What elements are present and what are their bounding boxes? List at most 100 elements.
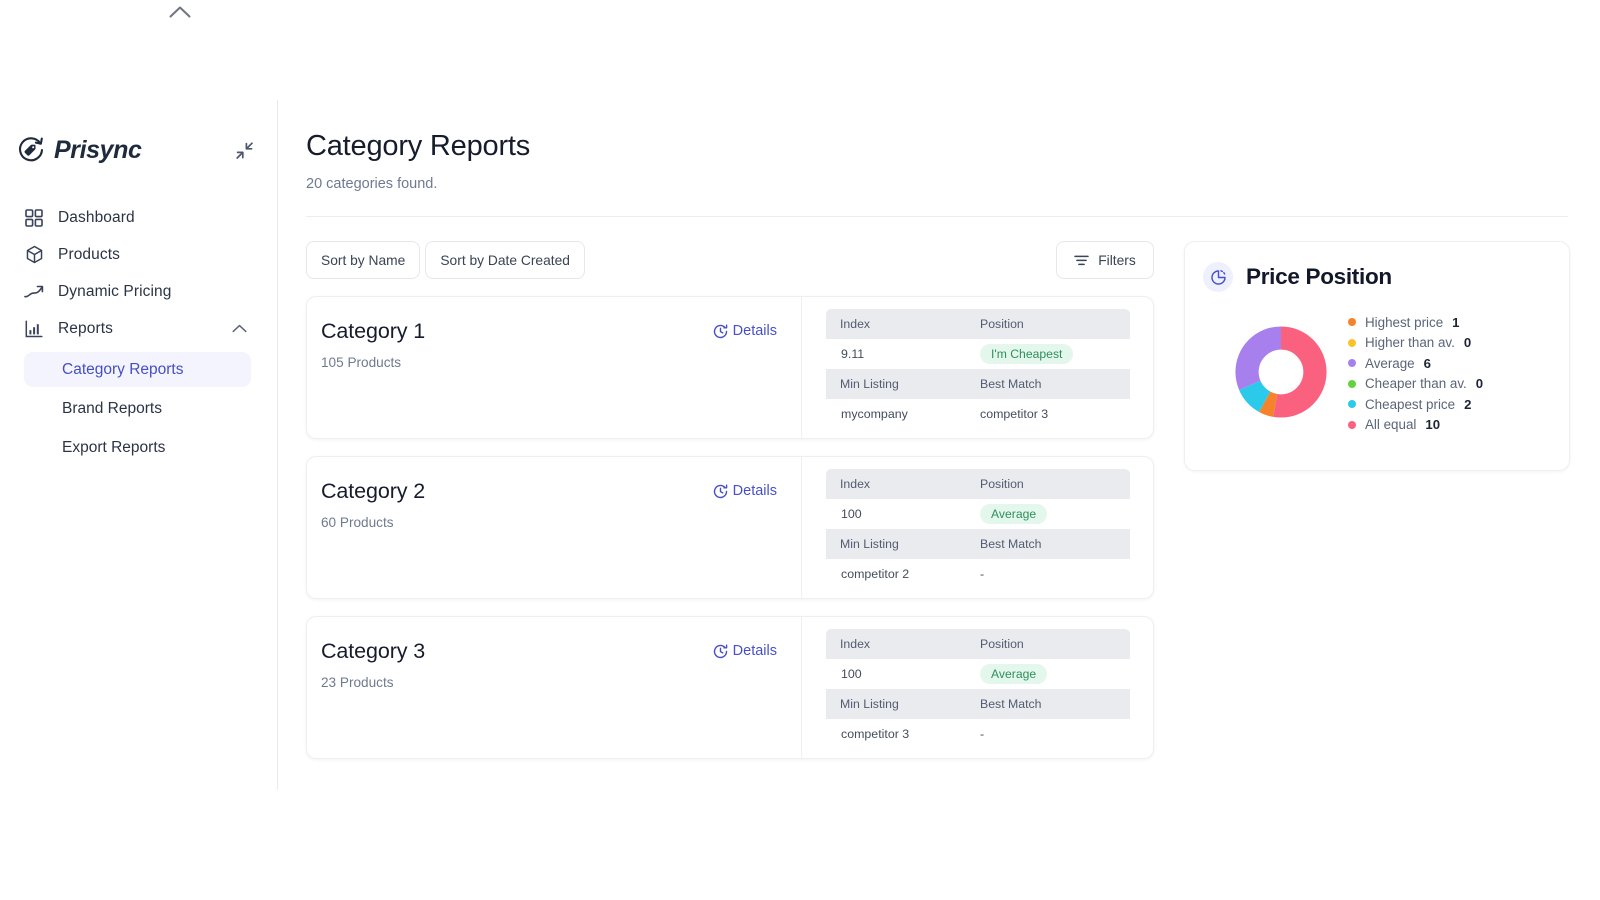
- legend-color-dot: [1348, 421, 1356, 429]
- legend-value: 0: [1464, 335, 1471, 350]
- details-link[interactable]: Details: [713, 643, 777, 659]
- table-row: competitor 3 -: [826, 719, 1130, 749]
- sidebar-subitem-label: Brand Reports: [62, 400, 162, 418]
- status-badge: Average: [980, 504, 1047, 524]
- status-badge: Average: [980, 664, 1047, 684]
- sidebar-item-dashboard[interactable]: Dashboard: [18, 200, 253, 235]
- cell-index: 100: [826, 667, 980, 681]
- cell-min-listing: competitor 2: [826, 567, 980, 581]
- sort-by-date-created-button[interactable]: Sort by Date Created: [425, 241, 585, 279]
- category-card-table: Index Position 100 Average Min Listing: [802, 457, 1153, 598]
- table-row: 100 Average: [826, 659, 1130, 689]
- mini-table: Index Position 100 Average Min Listing: [826, 629, 1130, 749]
- sidebar-item-products[interactable]: Products: [18, 237, 253, 272]
- category-card[interactable]: Category 2 60 Products Details: [306, 456, 1154, 599]
- legend-value: 1: [1452, 315, 1459, 330]
- chevron-up-icon[interactable]: [232, 324, 247, 333]
- page-title: Category Reports: [306, 130, 1566, 163]
- column-header-min-listing: Min Listing: [826, 537, 980, 551]
- column-header-min-listing: Min Listing: [826, 697, 980, 711]
- legend-item: Higher than av. 0: [1348, 333, 1483, 354]
- column-header-position: Position: [980, 317, 1130, 331]
- price-position-column: Price Position: [1184, 241, 1570, 759]
- price-position-donut-chart: [1235, 326, 1327, 418]
- sidebar-subnav-reports: Category Reports Brand Reports Export Re…: [0, 352, 277, 465]
- legend-label: Higher than av.: [1365, 335, 1455, 350]
- column-header-index: Index: [826, 317, 980, 331]
- details-link[interactable]: Details: [713, 323, 777, 339]
- table-header-row: Index Position: [826, 629, 1130, 659]
- table-row: competitor 2 -: [826, 559, 1130, 589]
- category-card-left: Category 1 105 Products Details: [307, 297, 802, 438]
- column-header-best-match: Best Match: [980, 537, 1130, 551]
- cell-index: 100: [826, 507, 980, 521]
- app-root: Prisync: [0, 0, 1600, 900]
- trending-up-icon: [24, 282, 44, 302]
- table-row: 100 Average: [826, 499, 1130, 529]
- cell-position: Average: [980, 664, 1130, 684]
- header-divider: [306, 216, 1568, 217]
- price-position-body: Highest price 1 Higher than av. 0 Averag…: [1203, 310, 1569, 435]
- toolbar: Sort by Name Sort by Date Created Filter…: [306, 241, 1154, 279]
- prisync-tag-refresh-logo: [16, 135, 46, 165]
- sidebar-item-label: Dashboard: [58, 209, 135, 227]
- sidebar-item-reports[interactable]: Reports: [18, 311, 253, 346]
- legend-item: Average 6: [1348, 353, 1483, 374]
- details-label: Details: [733, 483, 777, 499]
- legend-value: 10: [1425, 417, 1440, 432]
- sidebar-item-label: Dynamic Pricing: [58, 283, 171, 301]
- legend-color-dot: [1348, 359, 1356, 367]
- sort-by-name-button[interactable]: Sort by Name: [306, 241, 420, 279]
- legend-value: 0: [1476, 376, 1483, 391]
- details-link[interactable]: Details: [713, 483, 777, 499]
- sidebar-item-category-reports[interactable]: Category Reports: [24, 352, 251, 387]
- table-header-row: Min Listing Best Match: [826, 529, 1130, 559]
- legend-label: Cheapest price: [1365, 397, 1455, 412]
- brand-name: Prisync: [54, 136, 142, 165]
- legend-item: Cheaper than av. 0: [1348, 374, 1483, 395]
- grid-icon: [24, 208, 44, 228]
- filters-label: Filters: [1098, 253, 1136, 268]
- legend-label: Cheaper than av.: [1365, 376, 1467, 391]
- column-header-position: Position: [980, 637, 1130, 651]
- page-subtitle: 20 categories found.: [306, 176, 1566, 192]
- table-header-row: Min Listing Best Match: [826, 689, 1130, 719]
- table-header-row: Index Position: [826, 469, 1130, 499]
- sidebar-item-export-reports[interactable]: Export Reports: [24, 430, 251, 465]
- legend-label: Average: [1365, 356, 1415, 371]
- clock-history-icon: [713, 644, 728, 659]
- sidebar-item-brand-reports[interactable]: Brand Reports: [24, 391, 251, 426]
- sidebar-nav: Dashboard Products: [0, 200, 277, 465]
- content-row: Sort by Name Sort by Date Created Filter…: [306, 241, 1566, 759]
- category-product-count: 23 Products: [321, 675, 801, 690]
- mini-table: Index Position 100 Average Min Listing: [826, 469, 1130, 589]
- legend-color-dot: [1348, 380, 1356, 388]
- legend-color-dot: [1348, 339, 1356, 347]
- sidebar-subitem-label: Category Reports: [62, 361, 183, 379]
- category-card[interactable]: Category 1 105 Products Details: [306, 296, 1154, 439]
- main-content: Category Reports 20 categories found. So…: [278, 100, 1600, 900]
- price-position-header: Price Position: [1203, 262, 1569, 292]
- sidebar-item-dynamic-pricing[interactable]: Dynamic Pricing: [18, 274, 253, 309]
- chevron-up-icon[interactable]: [162, 0, 198, 22]
- column-header-position: Position: [980, 477, 1130, 491]
- column-header-min-listing: Min Listing: [826, 377, 980, 391]
- legend-label: All equal: [1365, 417, 1416, 432]
- cell-best-match: competitor 3: [980, 407, 1130, 421]
- cell-position: I'm Cheapest: [980, 344, 1130, 364]
- category-card-table: Index Position 100 Average Min Listing: [802, 617, 1153, 758]
- sidebar: Prisync: [0, 100, 278, 790]
- clock-history-icon: [713, 484, 728, 499]
- filters-button[interactable]: Filters: [1056, 241, 1154, 279]
- collapse-sidebar-icon[interactable]: [231, 137, 257, 163]
- category-card-table: Index Position 9.11 I'm Cheapest Min Lis: [802, 297, 1153, 438]
- sidebar-item-label: Products: [58, 246, 120, 264]
- price-position-legend: Highest price 1 Higher than av. 0 Averag…: [1348, 310, 1483, 435]
- filter-icon: [1074, 254, 1089, 267]
- category-product-count: 105 Products: [321, 355, 801, 370]
- category-card-left: Category 2 60 Products Details: [307, 457, 802, 598]
- details-label: Details: [733, 643, 777, 659]
- sidebar-item-label: Reports: [58, 320, 113, 338]
- category-card[interactable]: Category 3 23 Products Details: [306, 616, 1154, 759]
- pie-chart-icon: [1203, 262, 1233, 292]
